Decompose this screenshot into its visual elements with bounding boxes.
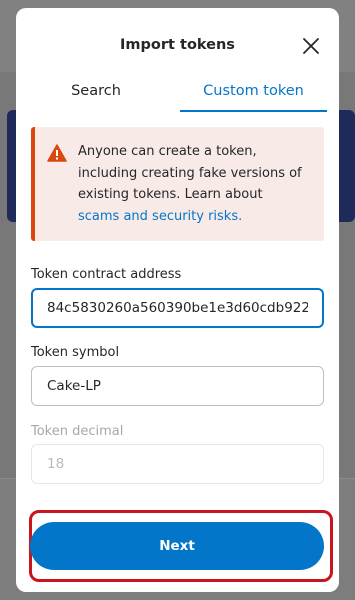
token-symbol-input[interactable] [31,366,324,406]
warning-message: Anyone can create a token, including cre… [78,144,302,202]
token-decimal-input [31,444,324,484]
tab-bar: Search Custom token [16,78,339,112]
next-button[interactable]: Next [30,522,324,570]
scam-warning-banner: Anyone can create a token, including cre… [31,127,324,241]
scams-security-risks-link[interactable]: scams and security risks. [78,206,318,228]
tab-custom-token[interactable]: Custom token [180,78,327,112]
tab-search[interactable]: Search [16,78,176,112]
close-icon[interactable] [302,37,320,55]
token-symbol-label: Token symbol [31,345,120,360]
modal-header: Import tokens [16,8,339,78]
import-tokens-modal: Import tokens Search Custom token Anyone… [16,8,339,592]
contract-address-input[interactable] [31,288,324,328]
modal-title: Import tokens [120,37,235,53]
token-decimal-label: Token decimal [31,424,124,439]
contract-address-label: Token contract address [31,267,182,282]
warning-text: Anyone can create a token, including cre… [78,141,318,227]
warning-triangle-icon [47,144,67,162]
